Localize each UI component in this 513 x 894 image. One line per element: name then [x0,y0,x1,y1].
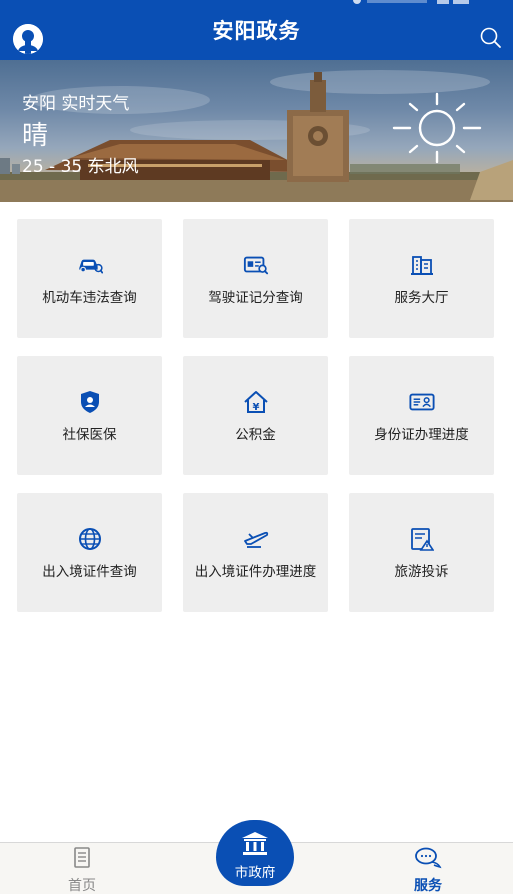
service-label: 旅游投诉 [394,563,449,580]
nav-city-government-button[interactable]: 市政府 [216,820,294,886]
service-tile-id-card-progress[interactable]: 身份证办理进度 [349,356,494,475]
building-icon [409,252,435,278]
government-building-icon [242,832,268,855]
service-tile-exit-entry-progress[interactable]: 出入境证件办理进度 [183,493,328,612]
service-tile-tourism-complaint[interactable]: 旅游投诉 [349,493,494,612]
page-title: 安阳政务 [212,19,301,43]
home-yen-icon: ¥ [243,389,269,415]
app-root: 安阳政务 安阳 实时天气 晴 25 - 35 东北风 机动车违法查询 驾驶证记分… [0,0,513,894]
license-search-icon [243,252,269,278]
service-label: 机动车违法查询 [42,289,137,306]
nav-home-label: 首页 [68,878,96,894]
service-label: 公积金 [235,426,276,443]
car-search-icon [77,252,103,278]
service-tile-exit-entry-query[interactable]: 出入境证件查询 [17,493,162,612]
nav-home[interactable]: 首页 [52,847,112,894]
complaint-icon [409,526,435,552]
service-grid: 机动车违法查询 驾驶证记分查询 服务大厅 社保医保 ¥ 公积金 身份证办理进度 … [17,219,494,612]
status-bar-fragment [353,0,469,4]
nav-service[interactable]: 服务 [398,847,458,894]
search-icon[interactable] [479,26,503,50]
document-icon [74,847,90,868]
top-header: 安阳政务 [0,0,513,60]
airplane-icon [243,526,269,552]
service-label: 出入境证件办理进度 [194,563,317,580]
service-tile-social-insurance[interactable]: 社保医保 [17,356,162,475]
service-label: 服务大厅 [394,289,449,306]
service-tile-license-points[interactable]: 驾驶证记分查询 [183,219,328,338]
globe-icon [77,526,103,552]
service-label: 驾驶证记分查询 [208,289,303,306]
service-label: 社保医保 [62,426,117,443]
svg-text:¥: ¥ [252,402,259,413]
nav-city-government-label: 市政府 [234,865,276,881]
service-tile-service-hall[interactable]: 服务大厅 [349,219,494,338]
weather-banner[interactable]: 安阳 实时天气 晴 25 - 35 东北风 [0,60,513,202]
weather-location: 安阳 实时天气 [22,94,130,114]
service-label: 出入境证件查询 [42,563,137,580]
weather-condition: 晴 [22,121,49,151]
user-avatar-icon[interactable] [13,24,43,54]
weather-temp-wind: 25 - 35 东北风 [22,157,139,177]
shield-user-icon [77,389,103,415]
nav-service-label: 服务 [414,878,442,894]
id-card-icon [408,389,435,415]
service-tile-housing-fund[interactable]: ¥ 公积金 [183,356,328,475]
sun-icon [392,92,482,164]
chat-bubbles-icon [415,847,442,869]
service-label: 身份证办理进度 [374,426,469,443]
service-tile-vehicle-violation[interactable]: 机动车违法查询 [17,219,162,338]
